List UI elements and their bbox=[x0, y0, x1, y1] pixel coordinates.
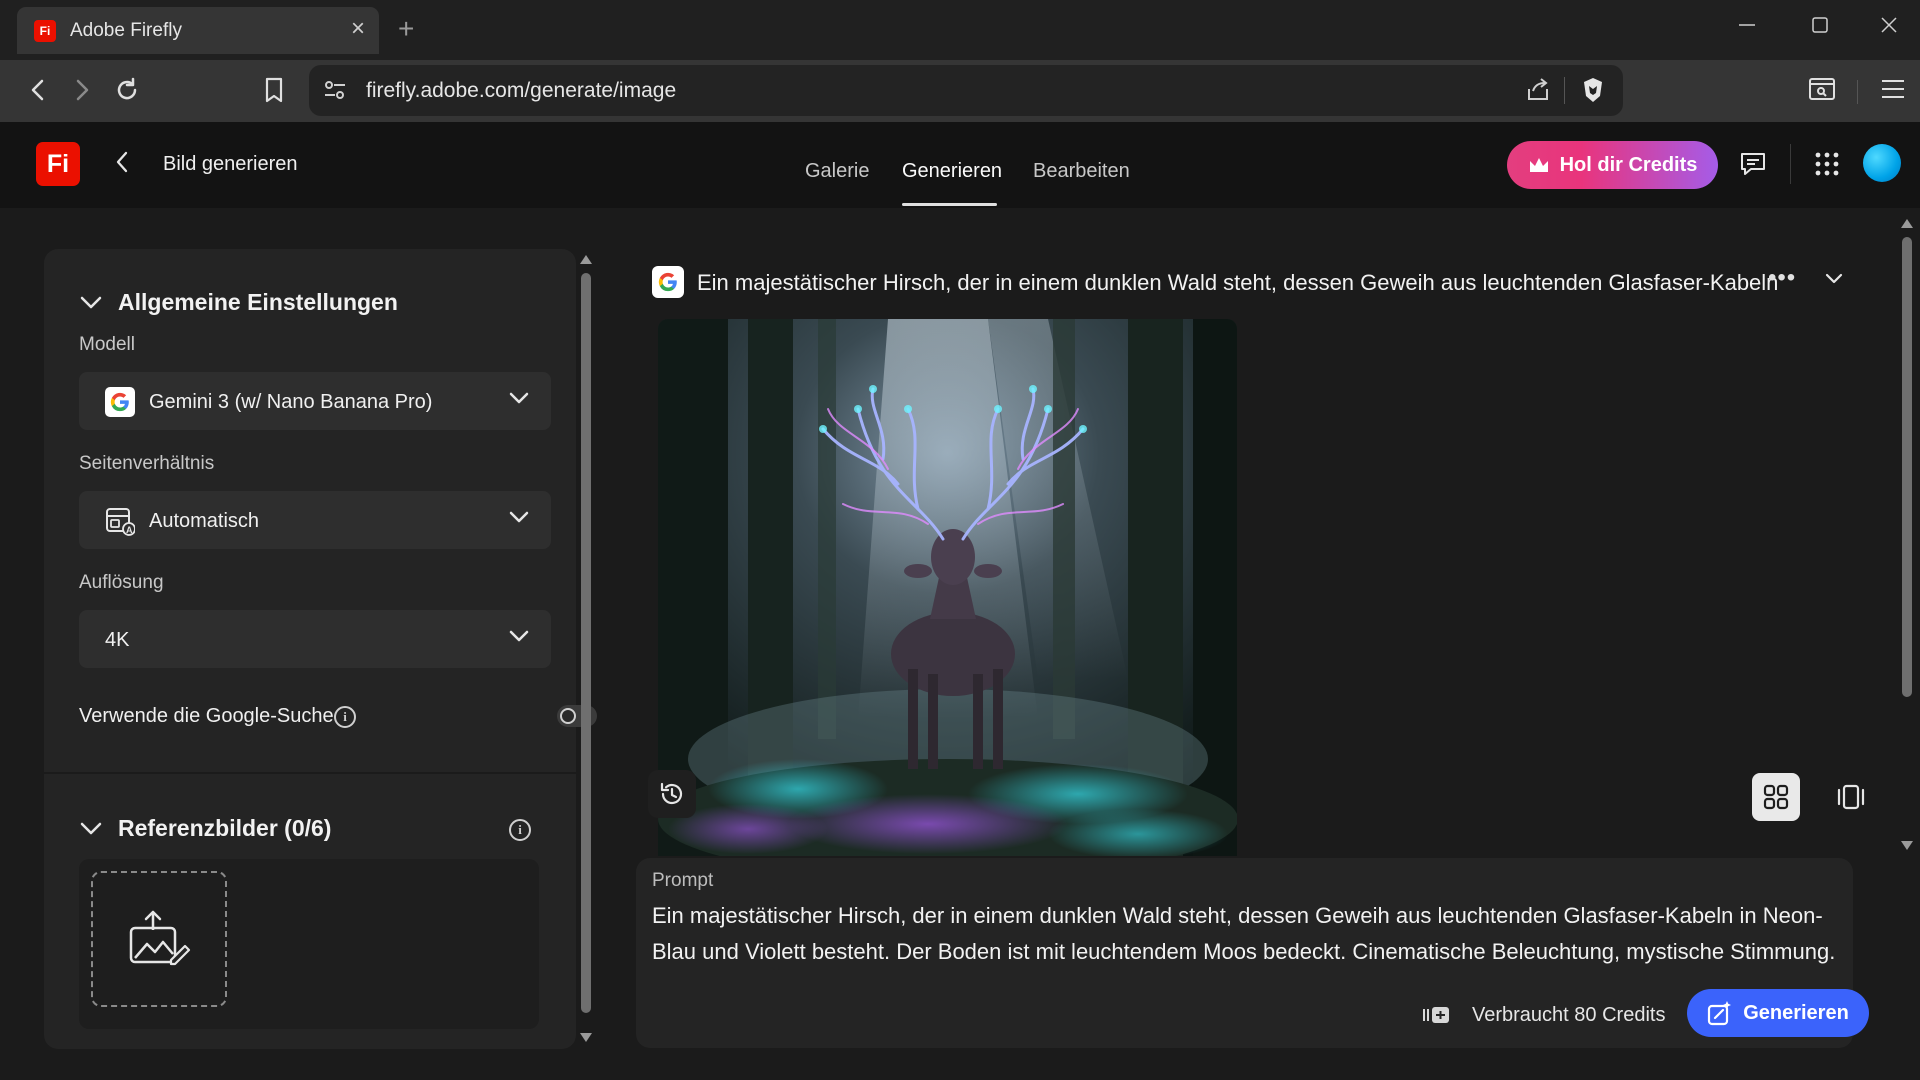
reference-images-header[interactable]: Referenzbilder (0/6) bbox=[80, 815, 331, 842]
general-settings-header[interactable]: Allgemeine Einstellungen bbox=[80, 289, 398, 316]
apps-grid-icon[interactable] bbox=[1815, 152, 1839, 176]
history-icon bbox=[660, 782, 683, 805]
browser-tab-bar: Fi Adobe Firefly × + bbox=[0, 0, 1920, 60]
firefly-favicon-icon: Fi bbox=[34, 19, 56, 42]
minimize-icon[interactable] bbox=[1738, 14, 1756, 40]
close-window-icon[interactable] bbox=[1880, 14, 1898, 40]
chevron-down-icon[interactable] bbox=[1825, 272, 1843, 290]
section-divider bbox=[44, 772, 576, 774]
maximize-icon[interactable] bbox=[1811, 14, 1829, 40]
prompt-label: Prompt bbox=[652, 870, 714, 891]
address-bar[interactable]: firefly.adobe.com/generate/image bbox=[309, 65, 1623, 116]
general-settings-title: Allgemeine Einstellungen bbox=[118, 289, 398, 315]
generate-label: Generieren bbox=[1743, 1001, 1849, 1024]
main-scroll-thumb[interactable] bbox=[1902, 237, 1912, 697]
svg-text:A: A bbox=[126, 525, 133, 535]
model-dropdown[interactable]: Gemini 3 (w/ Nano Banana Pro) bbox=[79, 372, 551, 430]
more-options-icon[interactable]: ••• bbox=[1768, 264, 1796, 292]
feedback-icon[interactable] bbox=[1739, 150, 1767, 178]
info-icon[interactable]: i bbox=[334, 706, 356, 728]
google-icon bbox=[652, 266, 684, 298]
generate-sparkle-icon bbox=[1708, 1001, 1732, 1026]
google-search-row: Verwende die Google-Suche i bbox=[79, 701, 597, 733]
new-tab-icon[interactable]: + bbox=[398, 13, 414, 45]
info-icon[interactable]: i bbox=[509, 819, 531, 841]
get-credits-label: Hol dir Credits bbox=[1559, 153, 1698, 176]
aspect-ratio-label: Seitenverhältnis bbox=[79, 453, 215, 474]
settings-scrollbar[interactable] bbox=[577, 251, 595, 1046]
back-chevron-icon[interactable] bbox=[114, 150, 130, 179]
scroll-up-icon[interactable] bbox=[1901, 219, 1913, 228]
resolution-dropdown[interactable]: 4K bbox=[79, 610, 551, 668]
tab-generieren[interactable]: Generieren bbox=[902, 160, 1002, 183]
credits-consumed-text: Verbraucht 80 Credits bbox=[1472, 1004, 1666, 1026]
main-scrollbar[interactable] bbox=[1898, 215, 1916, 855]
chevron-down-icon bbox=[80, 822, 102, 834]
toolbar-divider bbox=[1857, 80, 1858, 104]
chevron-down-icon bbox=[80, 296, 102, 308]
generated-image[interactable] bbox=[658, 319, 1237, 856]
aspect-ratio-dropdown[interactable]: A Automatisch bbox=[79, 491, 551, 549]
urlbar-divider bbox=[1564, 77, 1565, 104]
grid-view-button[interactable] bbox=[1752, 773, 1800, 821]
reload-icon[interactable] bbox=[111, 74, 143, 106]
reference-images-title: Referenzbilder (0/6) bbox=[118, 815, 332, 841]
resolution-label: Auflösung bbox=[79, 572, 164, 593]
browser-tab[interactable]: Fi Adobe Firefly × bbox=[17, 7, 379, 54]
history-button[interactable] bbox=[648, 770, 696, 818]
google-icon bbox=[105, 387, 135, 417]
firefly-logo[interactable]: Fi bbox=[36, 142, 80, 186]
generation-prompt-title: Ein majestätischer Hirsch, der in einem … bbox=[697, 270, 1779, 295]
toggle-knob bbox=[560, 708, 576, 724]
generated-image-stag bbox=[658, 319, 1237, 856]
back-icon[interactable] bbox=[22, 74, 54, 106]
aspect-ratio-value: Automatisch bbox=[149, 510, 260, 532]
forward-icon[interactable] bbox=[66, 74, 98, 106]
tab-bearbeiten[interactable]: Bearbeiten bbox=[1033, 160, 1130, 183]
site-settings-icon[interactable] bbox=[323, 79, 347, 101]
tab-galerie[interactable]: Galerie bbox=[805, 160, 869, 183]
generate-button[interactable]: Generieren bbox=[1687, 989, 1869, 1037]
brave-shield-icon[interactable] bbox=[1580, 76, 1606, 104]
single-view-button[interactable] bbox=[1827, 773, 1875, 821]
browser-toolbar: firefly.adobe.com/generate/image bbox=[0, 60, 1920, 122]
tab-close-icon[interactable]: × bbox=[351, 17, 365, 41]
url-text: firefly.adobe.com/generate/image bbox=[366, 79, 677, 102]
tab-title: Adobe Firefly bbox=[70, 19, 182, 41]
get-credits-button[interactable]: Hol dir Credits bbox=[1507, 141, 1718, 189]
header-divider bbox=[1790, 144, 1791, 184]
menu-icon[interactable] bbox=[1880, 78, 1906, 100]
chevron-down-icon bbox=[509, 630, 529, 649]
reader-mode-icon[interactable] bbox=[1808, 76, 1836, 102]
aspect-ratio-auto-icon: A bbox=[105, 506, 135, 536]
share-icon[interactable] bbox=[1525, 77, 1551, 103]
scroll-down-icon[interactable] bbox=[1901, 841, 1913, 850]
chevron-down-icon bbox=[509, 392, 529, 411]
google-search-label: Verwende die Google-Suche bbox=[79, 705, 334, 727]
grid-view-icon bbox=[1763, 784, 1789, 810]
app-header: Fi Bild generieren Galerie Generieren Be… bbox=[0, 122, 1920, 208]
model-value: Gemini 3 (w/ Nano Banana Pro) bbox=[149, 391, 433, 413]
settings-scroll-thumb[interactable] bbox=[581, 273, 591, 1013]
scroll-down-icon[interactable] bbox=[580, 1033, 592, 1042]
scroll-up-icon[interactable] bbox=[580, 255, 592, 264]
prompt-card: Prompt Ein majestätischer Hirsch, der in… bbox=[636, 858, 1869, 1048]
resolution-value: 4K bbox=[105, 629, 130, 651]
chevron-down-icon bbox=[509, 511, 529, 530]
model-label: Modell bbox=[79, 334, 135, 355]
avatar[interactable] bbox=[1863, 144, 1901, 182]
crown-icon bbox=[1529, 158, 1548, 172]
credits-icon bbox=[1421, 1004, 1451, 1031]
generation-header: Ein majestätischer Hirsch, der in einem … bbox=[652, 264, 1843, 298]
bookmark-icon[interactable] bbox=[258, 74, 290, 106]
active-tab-indicator bbox=[902, 203, 997, 206]
upload-reference-button[interactable] bbox=[91, 871, 227, 1007]
reference-images-area bbox=[79, 859, 539, 1029]
carousel-view-icon bbox=[1837, 784, 1865, 810]
page-title: Bild generieren bbox=[163, 153, 298, 175]
upload-image-icon bbox=[129, 910, 191, 966]
prompt-input[interactable]: Ein majestätischer Hirsch, der in einem … bbox=[652, 898, 1842, 970]
settings-panel: Allgemeine Einstellungen Modell Gemini 3… bbox=[44, 249, 597, 1049]
